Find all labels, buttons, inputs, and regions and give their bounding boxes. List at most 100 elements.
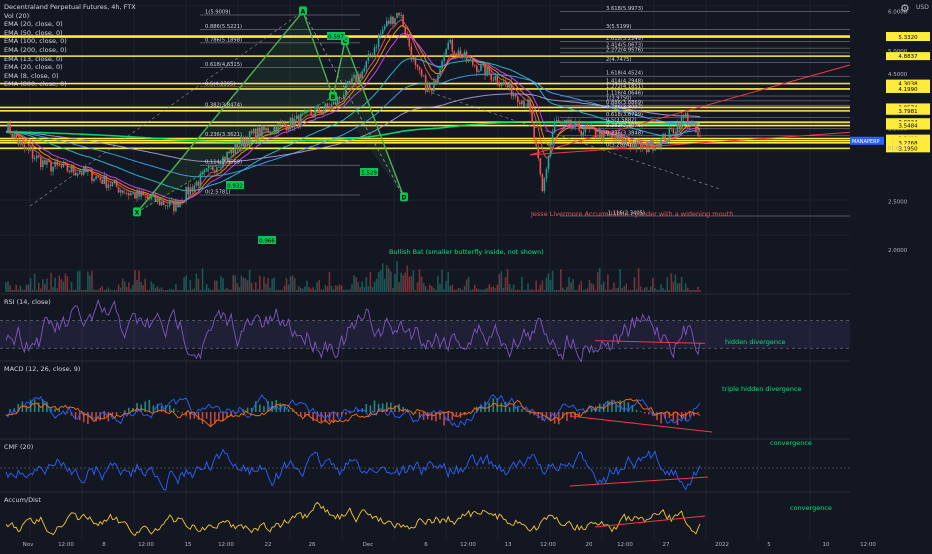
volume-bar bbox=[664, 290, 666, 292]
volume-bar bbox=[525, 290, 527, 292]
fib-label-left: 0.618(4.6315) bbox=[205, 62, 242, 68]
volume-bar bbox=[646, 287, 648, 292]
candle-body bbox=[79, 173, 81, 174]
volume-bar bbox=[206, 284, 208, 292]
candle-body bbox=[619, 137, 621, 140]
volume-bar bbox=[208, 288, 210, 292]
indicator-ema-20[interactable]: EMA (20, close, 0) bbox=[4, 20, 136, 29]
candle-body bbox=[519, 102, 521, 104]
candle-body bbox=[515, 94, 517, 97]
indicator-ema-13[interactable]: EMA (13, close, 0) bbox=[4, 55, 136, 64]
volume-bar bbox=[284, 286, 286, 292]
candle-body bbox=[699, 135, 701, 136]
volume-bar bbox=[312, 287, 314, 292]
harmonic-ratio-label: 0.966 bbox=[259, 239, 275, 245]
symbol-title: Decentraland Perpetual Futures, 4h, FTX bbox=[4, 3, 136, 12]
volume-bar bbox=[261, 290, 263, 292]
candle-body bbox=[56, 162, 58, 165]
chart-canvas[interactable]: XABCD0.5971.5290.9660.932Jesse Livermore… bbox=[0, 0, 932, 550]
volume-bar bbox=[151, 282, 153, 292]
candle-body bbox=[38, 155, 40, 157]
cmf-title[interactable]: CMF (20) bbox=[4, 443, 33, 451]
volume-bar bbox=[44, 284, 46, 292]
volume-bar bbox=[503, 288, 505, 292]
price-badge-label: 3.5484 bbox=[898, 124, 918, 130]
volume-bar bbox=[337, 286, 339, 292]
volume-bar bbox=[535, 280, 537, 292]
candle-body bbox=[87, 170, 89, 172]
volume-bar bbox=[507, 269, 509, 292]
volume-bar bbox=[400, 273, 402, 292]
indicator-ema-100[interactable]: EMA (100, close, 0) bbox=[4, 37, 136, 46]
harmonic-ratio-label: 1.529 bbox=[361, 171, 377, 177]
signal-line bbox=[6, 399, 700, 427]
candle-body bbox=[329, 107, 331, 109]
candle-body bbox=[449, 40, 451, 43]
gear-icon[interactable]: ⚙ bbox=[900, 2, 914, 14]
volume-bar bbox=[376, 279, 378, 292]
volume-bar bbox=[531, 290, 533, 292]
volume-bar bbox=[237, 283, 239, 292]
candle-body bbox=[169, 201, 171, 206]
candle-body bbox=[546, 169, 548, 179]
volume-bar bbox=[611, 289, 613, 292]
candle-body bbox=[335, 102, 337, 105]
accum-trend-line bbox=[595, 516, 705, 527]
candle-body bbox=[433, 81, 435, 91]
volume-bar bbox=[232, 275, 234, 292]
candle-body bbox=[85, 167, 87, 172]
harmonic-pattern: XABCD0.5971.5290.9660.932Jesse Livermore… bbox=[30, 6, 860, 256]
candle-body bbox=[320, 112, 322, 113]
volume-bar bbox=[642, 290, 644, 292]
harmonic-point-label: D bbox=[402, 194, 407, 201]
candle-body bbox=[11, 134, 13, 138]
volume-bar bbox=[331, 286, 333, 292]
volume-bar bbox=[60, 279, 62, 292]
volume-bar bbox=[46, 279, 48, 292]
volume-bar bbox=[75, 290, 77, 292]
volume-bar bbox=[79, 271, 81, 292]
volume-bar bbox=[486, 288, 488, 292]
chart-root[interactable]: XABCD0.5971.5290.9660.932Jesse Livermore… bbox=[0, 0, 932, 550]
indicator-ema-20b[interactable]: EMA (20, close, 0) bbox=[4, 63, 136, 72]
macd-histogram-bar bbox=[693, 412, 695, 416]
indicator-ema-800[interactable]: EMA (800, close, 0) bbox=[4, 80, 136, 89]
indicator-ema-8[interactable]: EMA (8, close, 0) bbox=[4, 72, 136, 81]
macd-histogram-bar bbox=[149, 400, 151, 412]
candle-body bbox=[523, 101, 525, 107]
indicator-ema-200[interactable]: EMA (200, close, 0) bbox=[4, 46, 136, 55]
volume-bar bbox=[417, 282, 419, 292]
volume-bar bbox=[347, 290, 349, 292]
volume-bar bbox=[73, 290, 75, 292]
volume-bar bbox=[153, 284, 155, 292]
candle-body bbox=[400, 15, 402, 16]
candle-body bbox=[173, 201, 175, 212]
time-tick: 20 bbox=[586, 542, 593, 548]
candle-body bbox=[466, 52, 468, 61]
volume-bar bbox=[630, 290, 632, 292]
volume-bar bbox=[480, 289, 482, 292]
time-tick: Dec bbox=[363, 542, 374, 548]
symbol-badge-label: MANAPERP bbox=[852, 139, 880, 145]
rsi-title[interactable]: RSI (14, close) bbox=[4, 298, 51, 306]
macd-histogram-bar bbox=[517, 407, 519, 412]
macd-histogram-bar bbox=[38, 402, 40, 412]
volume-bar bbox=[198, 279, 200, 292]
volume-bar bbox=[292, 276, 294, 292]
volume-bar bbox=[271, 279, 273, 292]
macd-histogram-bar bbox=[521, 409, 523, 412]
indicator-ema-50[interactable]: EMA (50, close, 0) bbox=[4, 29, 136, 38]
candle-body bbox=[13, 133, 15, 137]
indicator-vol[interactable]: Vol (20) bbox=[4, 12, 136, 21]
macd-title[interactable]: MACD (12, 26, close, 9) bbox=[4, 365, 80, 373]
volume-bar bbox=[521, 277, 523, 292]
rsi-band bbox=[0, 321, 850, 348]
accum-title[interactable]: Accum/Dist bbox=[4, 496, 41, 504]
candle-body bbox=[181, 201, 183, 202]
candle-body bbox=[314, 110, 316, 117]
volume-bar bbox=[288, 285, 290, 292]
harmonic-point-b: B bbox=[329, 92, 337, 101]
candle-body bbox=[384, 26, 386, 29]
macd-histogram-bar bbox=[345, 412, 347, 415]
volume-bar bbox=[613, 283, 615, 292]
